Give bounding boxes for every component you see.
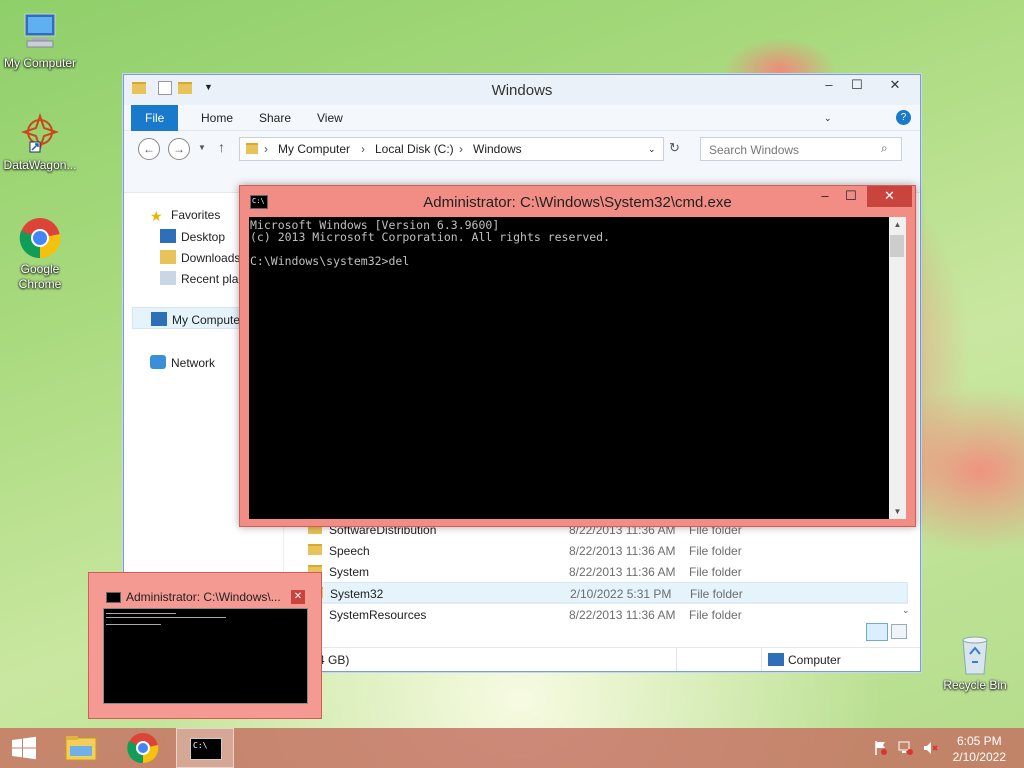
cmd-icon: C:\ (190, 738, 222, 760)
desktop-icon-chrome[interactable]: Google Chrome (0, 216, 80, 292)
explorer-title: Windows (491, 82, 553, 99)
table-row-selected[interactable]: System32 2/10/2022 5:31 PM File folder (294, 582, 908, 603)
scroll-down-icon[interactable]: ⌄ (902, 605, 910, 616)
tab-file[interactable]: File (131, 105, 179, 131)
taskbar-cmd[interactable]: C:\ (176, 728, 234, 768)
recent-locations-icon[interactable]: ▼ (198, 143, 206, 152)
back-button[interactable]: ← (138, 138, 160, 160)
taskbar-chrome[interactable] (118, 728, 168, 768)
address-row: ← → ▼ ↑ › My Computer › Local Disk (C:) … (124, 131, 920, 167)
search-icon[interactable]: ⌕ (881, 141, 888, 156)
status-size: 4 GB) (318, 653, 350, 667)
thumbnail-title: Administrator: C:\Windows\... (126, 590, 281, 604)
explorer-titlebar[interactable]: ▼ Windows – ☐ ✕ (124, 75, 920, 105)
computer-icon (18, 10, 62, 54)
clock[interactable]: 6:05 PM 2/10/2022 (953, 733, 1006, 765)
desktop-icon (160, 229, 176, 243)
nav-downloads[interactable]: Downloads (160, 250, 240, 265)
network-tray-icon[interactable] (898, 740, 914, 756)
tab-home[interactable]: Home (187, 105, 247, 131)
breadcrumb-windows[interactable]: Windows (473, 142, 522, 156)
nav-network[interactable]: Network (150, 355, 215, 370)
star-icon: ★ (150, 208, 163, 224)
thumbnail-close-button[interactable]: ✕ (291, 590, 305, 604)
thumbnail-preview[interactable] (103, 608, 308, 704)
desktop-icon-label: Recycle Bin (943, 678, 1007, 692)
status-divider (761, 648, 762, 671)
chrome-icon (18, 216, 62, 260)
computer-icon (151, 312, 167, 326)
recent-places-icon (160, 271, 176, 285)
scrollbar-thumb[interactable] (890, 235, 904, 257)
table-row[interactable]: Speech 8/22/2013 11:36 AM File folder (294, 540, 908, 561)
file-explorer-icon (65, 736, 97, 761)
nav-desktop[interactable]: Desktop (160, 229, 225, 244)
status-divider (676, 648, 677, 671)
search-placeholder: Search Windows (709, 143, 800, 157)
forward-button[interactable]: → (168, 138, 190, 160)
maximize-button[interactable]: ☐ (843, 75, 871, 95)
clock-date: 2/10/2022 (952, 750, 1006, 764)
cmd-window[interactable]: C:\ Administrator: C:\Windows\System32\c… (239, 185, 916, 527)
action-center-flag-icon[interactable] (874, 740, 888, 756)
address-dropdown-icon[interactable]: ⌄ (648, 144, 656, 155)
details-view-icon[interactable] (866, 623, 888, 641)
scroll-down-icon[interactable]: ▼ (889, 507, 906, 516)
desktop-icon-label: DataWagon... (3, 158, 77, 172)
folder-icon (246, 143, 258, 154)
desktop-icon-label: Google Chrome (18, 262, 62, 291)
cmd-icon (106, 592, 121, 603)
recycle-bin-icon (953, 632, 997, 676)
taskbar-thumbnail[interactable]: Administrator: C:\Windows\... ✕ (88, 572, 322, 719)
file-list: SoftwareDistribution 8/22/2013 11:36 AM Fi… (294, 519, 908, 624)
console-line: (c) 2013 Microsoft Corporation. All righ… (250, 230, 611, 244)
clock-time: 6:05 PM (956, 734, 1002, 748)
breadcrumb-separator-icon[interactable]: › (361, 142, 365, 156)
up-button[interactable]: ↑ (218, 139, 225, 155)
downloads-icon (160, 250, 176, 264)
help-icon[interactable]: ? (896, 110, 911, 125)
minimize-button[interactable]: – (812, 186, 838, 207)
nav-favorites[interactable]: ★ Favorites (150, 208, 220, 224)
desktop-icon-my-computer[interactable]: My Computer (0, 10, 80, 71)
table-row[interactable]: SystemResources 8/22/2013 11:36 AM File fo… (294, 603, 908, 624)
tab-view[interactable]: View (303, 105, 357, 131)
close-button[interactable]: ✕ (872, 75, 918, 95)
folder-icon (308, 544, 322, 555)
taskbar-file-explorer[interactable] (56, 728, 106, 768)
large-icons-view-icon[interactable] (891, 624, 907, 639)
chrome-icon (127, 733, 159, 764)
computer-icon (768, 653, 784, 666)
desktop-icon-recycle-bin[interactable]: Recycle Bin (935, 632, 1015, 693)
nav-recent-places[interactable]: Recent plac (160, 271, 244, 286)
console-prompt: C:\Windows\system32>del (250, 254, 410, 268)
tab-share[interactable]: Share (245, 105, 305, 131)
datawagon-icon (18, 112, 62, 156)
breadcrumb-my-computer[interactable]: My Computer (278, 142, 350, 156)
maximize-button[interactable]: ☐ (838, 186, 864, 207)
volume-muted-icon[interactable] (922, 740, 938, 756)
start-button[interactable] (0, 728, 48, 768)
search-input[interactable]: Search Windows ⌕ (700, 137, 902, 161)
breadcrumb-local-disk[interactable]: Local Disk (C:) (375, 142, 454, 156)
breadcrumb-separator-icon[interactable]: › (459, 142, 463, 156)
address-bar[interactable]: › My Computer › Local Disk (C:) › Window… (239, 137, 664, 161)
ribbon-tabs: File Home Share View ⌄ ? (124, 105, 920, 131)
breadcrumb-separator-icon[interactable]: › (264, 142, 268, 156)
ribbon-expand-icon[interactable]: ⌄ (824, 113, 832, 124)
desktop-icon-label: My Computer (3, 56, 77, 70)
network-icon (150, 355, 166, 369)
desktop-icon-datawagon[interactable]: DataWagon... (0, 112, 80, 173)
scrollbar[interactable]: ▲ ▼ (889, 217, 906, 519)
table-row[interactable]: System 8/22/2013 11:36 AM File folder (294, 561, 908, 582)
refresh-icon[interactable]: ↻ (669, 140, 680, 156)
console-output[interactable]: Microsoft Windows [Version 6.3.9600] (c) … (249, 217, 889, 519)
scroll-up-icon[interactable]: ▲ (889, 220, 906, 229)
windows-logo-icon (12, 736, 36, 760)
status-location: Computer (788, 653, 841, 667)
close-button[interactable]: ✕ (867, 186, 912, 207)
minimize-button[interactable]: – (815, 75, 843, 95)
taskbar: C:\ 6:05 PM 2/10/2022 (0, 728, 1024, 768)
cmd-titlebar[interactable]: C:\ Administrator: C:\Windows\System32\c… (240, 186, 915, 216)
